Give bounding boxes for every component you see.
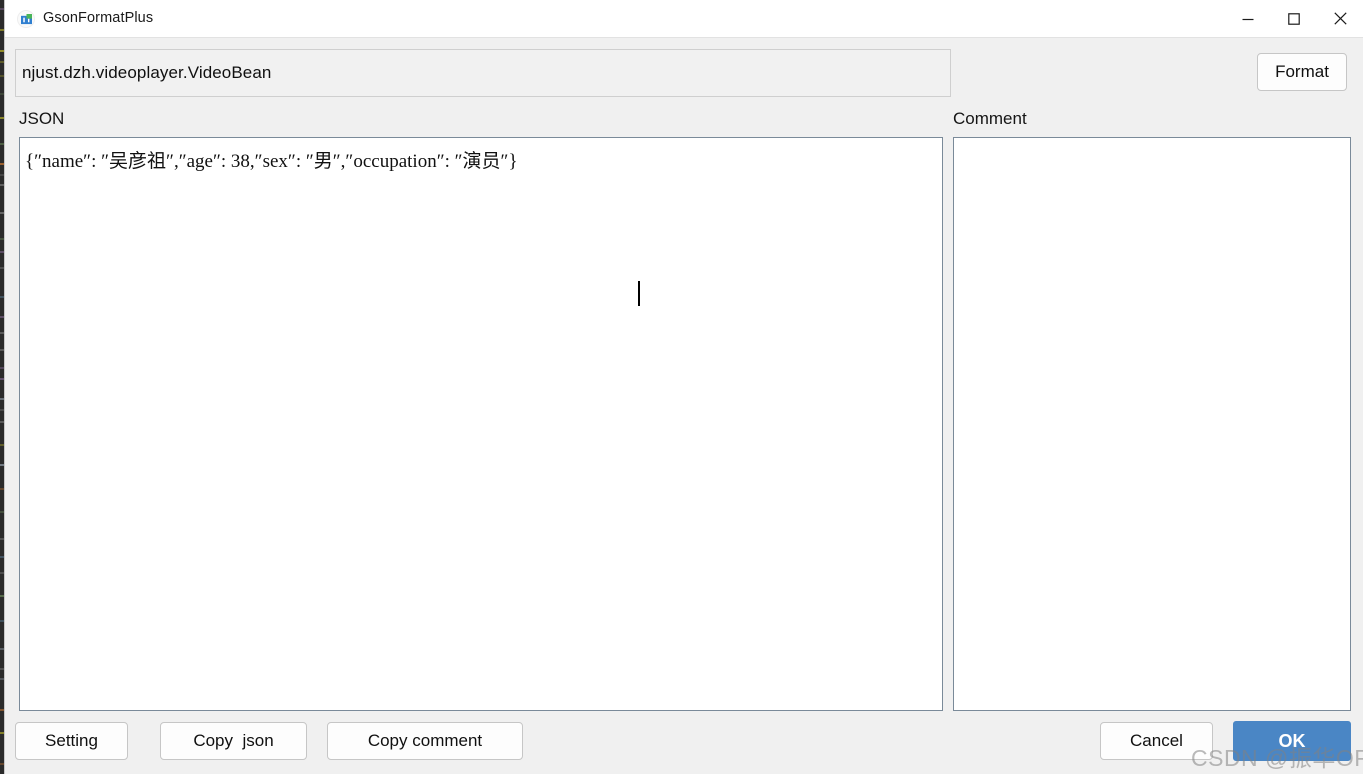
comment-panel-label: Comment: [953, 109, 1027, 128]
text-caret: [638, 281, 640, 306]
minimize-icon: [1242, 18, 1254, 20]
close-icon: [1333, 12, 1347, 25]
cancel-button[interactable]: Cancel: [1100, 722, 1213, 760]
maximize-icon: [1288, 12, 1300, 25]
json-textarea-value: {″name″: ″吴彦祖″,″age″: 38,″sex″: ″男″,″occ…: [25, 151, 518, 172]
maximize-button[interactable]: [1271, 0, 1317, 37]
gsonformatplus-window: GsonFormatPlus njust.dzh.videoplayer.Vid…: [4, 0, 1363, 774]
setting-button[interactable]: Setting: [15, 722, 128, 760]
app-icon-glyph: [21, 14, 32, 25]
minimize-button[interactable]: [1225, 0, 1271, 37]
class-name-input[interactable]: njust.dzh.videoplayer.VideoBean: [15, 49, 951, 97]
window-title: GsonFormatPlus: [43, 10, 154, 26]
json-textarea[interactable]: {″name″: ″吴彦祖″,″age″: 38,″sex″: ″男″,″occ…: [19, 137, 943, 711]
format-button[interactable]: Format: [1257, 53, 1347, 91]
ok-button[interactable]: OK: [1233, 721, 1351, 761]
json-panel-label: JSON: [19, 109, 65, 128]
close-button[interactable]: [1317, 0, 1363, 37]
app-icon: [17, 10, 35, 28]
title-bar: GsonFormatPlus: [5, 0, 1363, 38]
copy-comment-button[interactable]: Copy comment: [327, 722, 523, 760]
class-name-value: njust.dzh.videoplayer.VideoBean: [22, 63, 272, 82]
copy-json-button[interactable]: Copy json: [160, 722, 307, 760]
comment-textarea[interactable]: [953, 137, 1351, 711]
